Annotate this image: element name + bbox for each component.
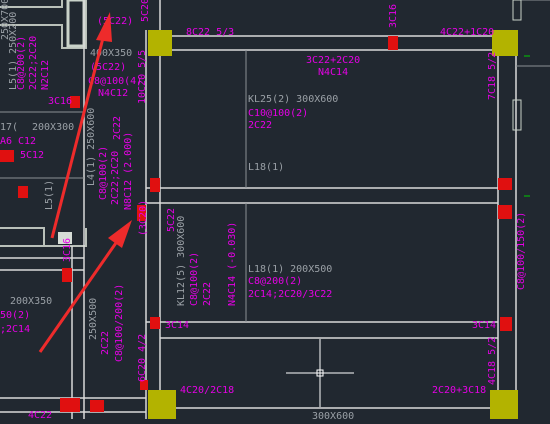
- label-kl12-a: KL12(5) 300X600: [176, 216, 187, 306]
- label-left-50-2: 50(2): [0, 310, 30, 321]
- label-bottom-2c20: 2C20+3C18: [432, 385, 486, 396]
- label-left-col-c: 2C22;2C20: [28, 36, 39, 90]
- label-l18-main-c: 2C14;2C20/3C22: [248, 289, 332, 300]
- label-left-c8-200: C8@100/200(2): [114, 284, 125, 362]
- label-right-c8: C8@100/150(2): [516, 212, 527, 290]
- label-l18-top: L18(1): [248, 162, 284, 173]
- background: [0, 0, 550, 419]
- column-top-left[interactable]: [148, 30, 172, 56]
- label-l18-main-a: L18(1) 200X500: [248, 264, 332, 275]
- label-left-kl-d: N8C12 (2.000): [123, 132, 134, 210]
- label-l18-main-b: C8@200(2): [248, 276, 302, 287]
- label-3c16-left: 3C16: [62, 238, 73, 262]
- label-left-2c22: 2C22: [100, 331, 111, 355]
- label-top-3c22: 3C22+2C20: [306, 55, 360, 66]
- label-top-4c22: 4C22+1C20: [440, 27, 494, 38]
- label-left-kl-b: C8@100(2): [98, 146, 109, 200]
- label-left-c8-4: C8@100(4): [88, 76, 142, 87]
- label-kl12-d: N4C14 (-0.030): [227, 222, 238, 306]
- label-top-3c16: 3C16: [388, 4, 399, 28]
- label-left-col-d: N2C12: [40, 60, 51, 90]
- label-right-7c18: 7C18 5/2: [487, 52, 498, 100]
- label-left-kl-a: L4(1) 250X600: [86, 108, 97, 186]
- label-left-17: 17(: [0, 122, 18, 133]
- cad-drawing-canvas[interactable]: (5C22) 5C20 8C22 5/3 3C16 4C22+1C20 3C22…: [0, 0, 550, 422]
- label-kl25-a: KL25(2) 300X600: [248, 94, 338, 105]
- label-bottom-300: 300X600: [312, 411, 354, 419]
- label-left-200x350: 200X350: [10, 296, 52, 307]
- label-left-250x700: 250X700: [0, 0, 11, 40]
- label-top-8c22: 8C22 5/3: [186, 27, 234, 38]
- label-left-5c22-top: (5C22): [97, 16, 133, 27]
- label-left-2c22b: 2C22: [112, 116, 123, 140]
- label-kl25-b: C10@100(2): [248, 108, 308, 119]
- label-left-c12-a: C12: [18, 136, 36, 147]
- column-bottom-left[interactable]: [148, 390, 176, 419]
- label-top-n4c14: N4C14: [318, 67, 348, 78]
- label-left-2c14: ;2C14: [0, 324, 30, 335]
- structural-plan: (5C22) 5C20 8C22 5/3 3C16 4C22+1C20 3C22…: [0, 0, 550, 422]
- label-left-400: 400X350: [90, 48, 132, 59]
- label-left-250x500: 250X500: [88, 298, 99, 340]
- label-bottom-4c20: 4C20/2C18: [180, 385, 234, 396]
- label-bottom-6c20: 6C20 4/2: [137, 334, 148, 382]
- label-left-kl-c: 2C22;2C20: [110, 151, 121, 205]
- column-bottom-right[interactable]: [490, 390, 518, 419]
- label-left-200x300: 200X300: [32, 122, 74, 133]
- label-kl25-c: 2C22: [248, 120, 272, 131]
- label-left-c30: (3C20): [138, 200, 149, 236]
- label-left-n4c12: N4C12: [98, 88, 128, 99]
- label-top-5c20: 5C20: [140, 0, 151, 22]
- label-kl12-c: 2C22: [202, 282, 213, 306]
- label-left-a6: A6: [0, 136, 12, 147]
- label-kl12-b: C8@100(2): [189, 252, 200, 306]
- label-left-3c16: 3C16: [48, 96, 72, 107]
- label-left-c12-b: 5C12: [20, 150, 44, 161]
- label-left-l5: L5(1): [44, 180, 55, 210]
- label-bottom-4c22: 4C22: [28, 410, 52, 419]
- label-3c14-right: 3C14: [472, 320, 496, 331]
- label-3c14-left: 3C14: [165, 320, 189, 331]
- label-bottom-4c18: 4C18 5/2: [487, 337, 498, 385]
